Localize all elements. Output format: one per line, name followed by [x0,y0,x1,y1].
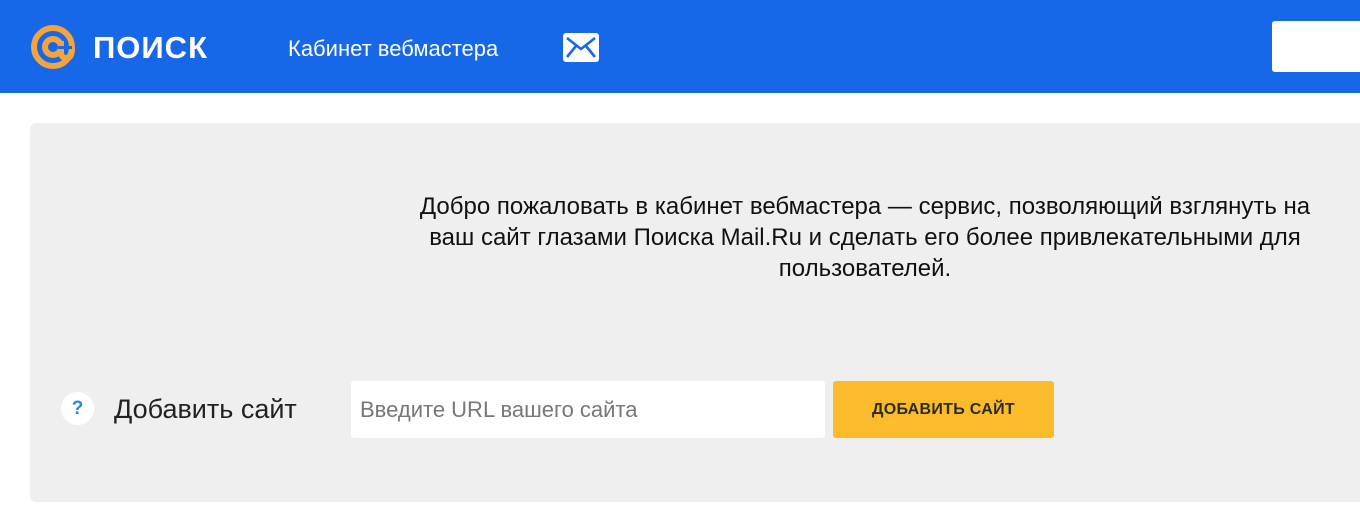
logo-text: ПОИСК [93,29,208,65]
welcome-text: Добро пожаловать в кабинет вебмастера — … [419,193,1311,282]
header-user-box[interactable] [1272,21,1360,72]
at-sign-icon [31,25,75,69]
logo[interactable]: ПОИСК [28,21,208,73]
webmaster-cabinet-link[interactable]: Кабинет вебмастера [288,36,498,62]
mail-envelope-icon[interactable] [563,33,599,62]
question-icon[interactable]: ? [61,392,94,425]
site-url-input[interactable] [351,381,825,438]
add-site-button[interactable]: ДОБАВИТЬ САЙТ [833,381,1054,438]
welcome-panel [30,123,1360,502]
top-header: ПОИСК Кабинет вебмастера [0,0,1360,93]
add-site-label: Добавить сайт [114,394,297,424]
